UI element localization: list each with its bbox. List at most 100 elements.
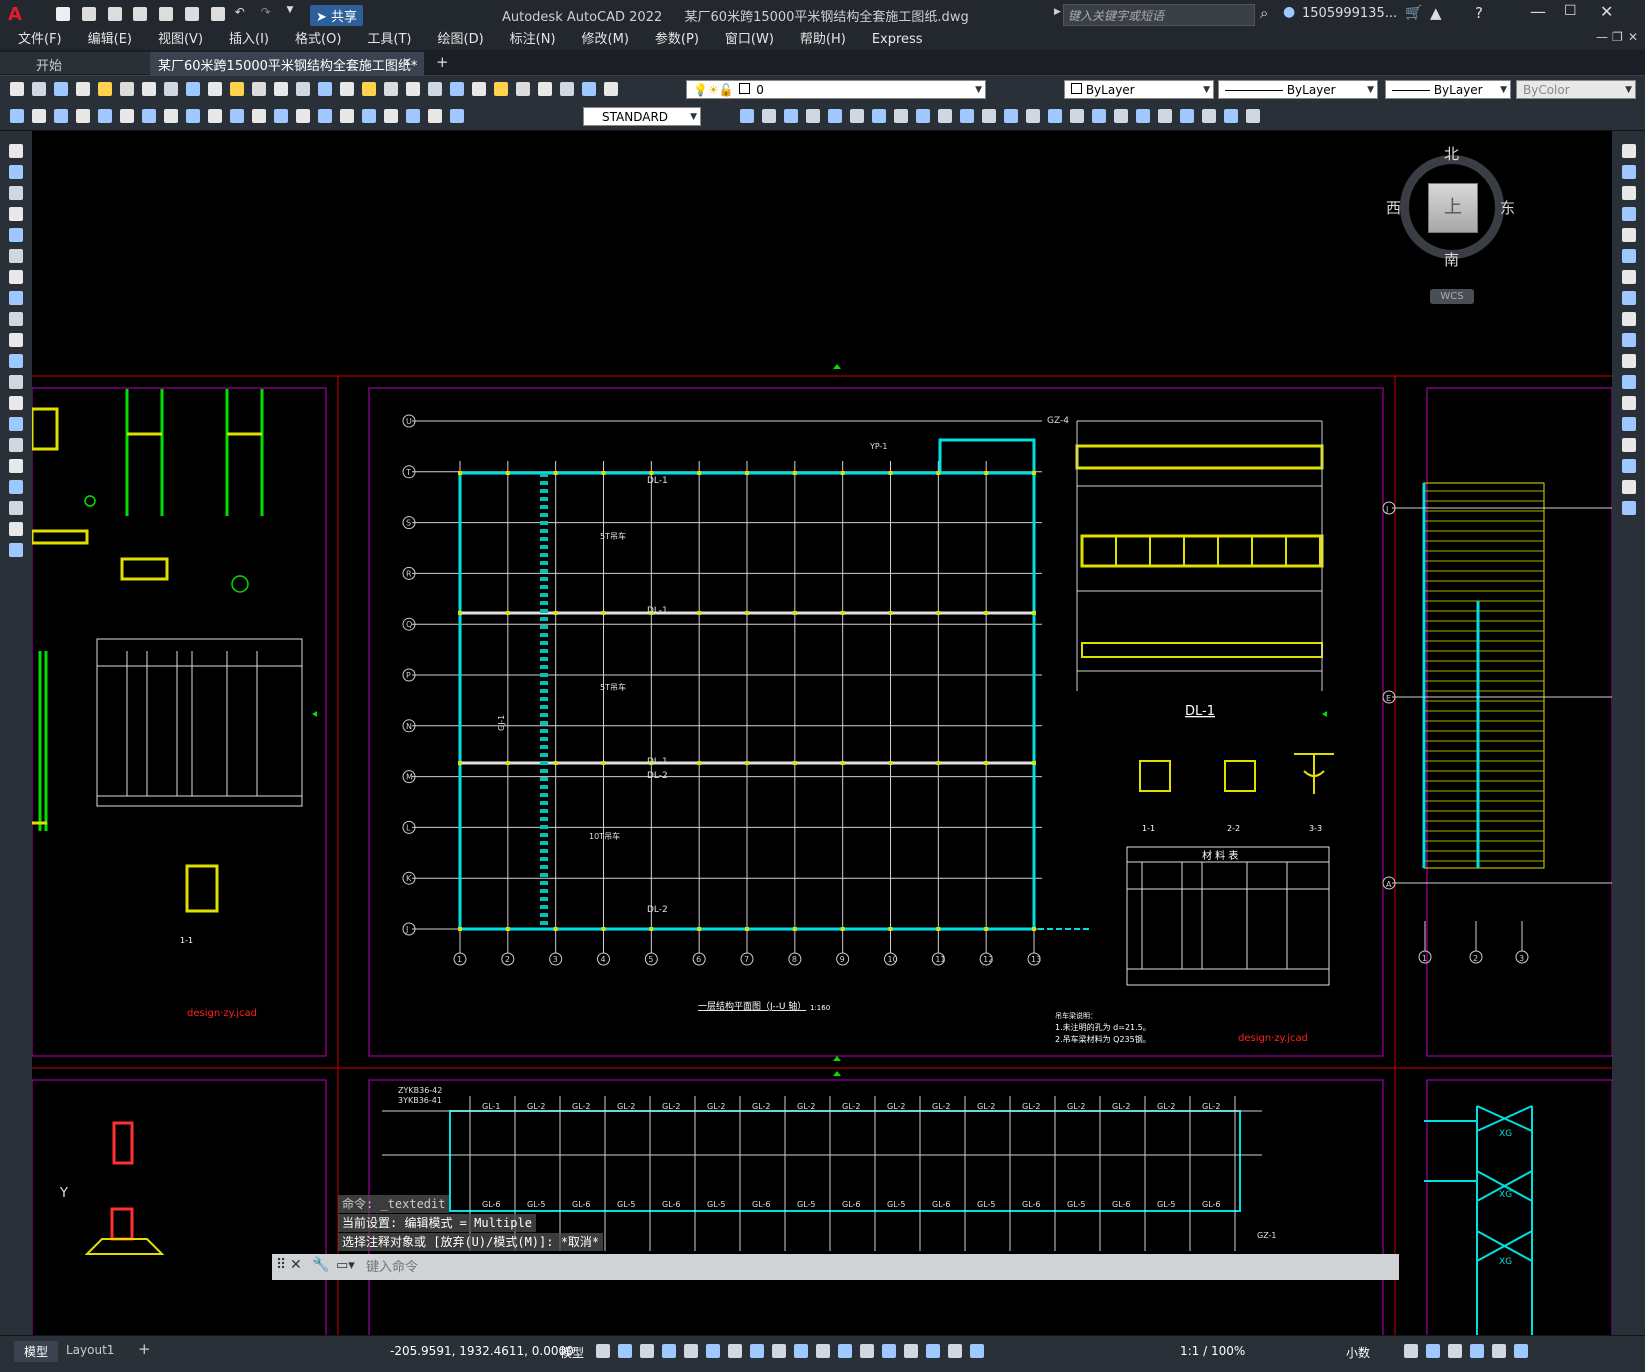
save-web-icon[interactable] <box>183 5 201 23</box>
menu-item[interactable]: 文件(F) <box>4 29 74 50</box>
gizmo-icon[interactable] <box>924 1342 942 1360</box>
open-icon[interactable] <box>80 5 98 23</box>
maximize-icon[interactable]: ☐ <box>1564 3 1577 19</box>
dynamic-input-icon[interactable] <box>660 1342 678 1360</box>
dim-update-icon[interactable] <box>426 107 444 125</box>
cart-icon[interactable]: 🛒 <box>1405 5 1422 21</box>
walk-icon[interactable] <box>1046 107 1064 125</box>
camera-icon[interactable] <box>1024 107 1042 125</box>
dim-space-icon[interactable] <box>250 107 268 125</box>
region-icon[interactable] <box>7 478 25 496</box>
doc-restore-icon[interactable]: ❐ <box>1612 30 1623 44</box>
arc-icon[interactable] <box>7 247 25 265</box>
open-icon[interactable] <box>30 80 48 98</box>
ortho-icon[interactable] <box>682 1342 700 1360</box>
menu-item[interactable]: 标注(N) <box>496 29 568 50</box>
layer-properties-icon[interactable] <box>536 80 554 98</box>
plotstyle-dropdown[interactable]: ByColor ▼ <box>1516 80 1636 99</box>
close-icon[interactable]: ✕ <box>1600 2 1613 21</box>
view-top-icon[interactable] <box>804 107 822 125</box>
save-icon[interactable] <box>106 5 124 23</box>
annotation-visibility-icon[interactable] <box>946 1342 964 1360</box>
dim-jogged-icon[interactable] <box>118 107 136 125</box>
continuous-orbit-icon[interactable] <box>782 107 800 125</box>
quick-dim-icon[interactable] <box>184 107 202 125</box>
revcloud-icon[interactable] <box>7 289 25 307</box>
customize-icon[interactable]: ▼ <box>286 5 304 23</box>
menu-item[interactable]: Express <box>858 29 935 50</box>
blend-icon[interactable] <box>1620 478 1638 496</box>
user-icon[interactable]: ● <box>1283 4 1295 20</box>
menu-item[interactable]: 参数(P) <box>641 29 711 50</box>
dim-edit-icon[interactable] <box>382 107 400 125</box>
sheetset-icon[interactable] <box>448 80 466 98</box>
viewcube-face-top[interactable]: 上 <box>1428 183 1478 233</box>
help-icon[interactable] <box>514 80 532 98</box>
paste-icon[interactable] <box>228 80 246 98</box>
matchprop-icon[interactable] <box>162 80 180 98</box>
dim-arc-icon[interactable] <box>52 107 70 125</box>
drawing-canvas[interactable]: U T S R Q P N M L K J 1 2 3 4 5 6 7 8 9 10 11 12 13 5T吊车 5T吊车 1… <box>32 131 1612 1335</box>
extend-icon[interactable] <box>1620 352 1638 370</box>
annotation-scale[interactable]: 1:1 / 100% <box>1180 1344 1245 1358</box>
ucs-world-icon[interactable] <box>1200 107 1218 125</box>
lineweight-dropdown[interactable]: ByLayer ▼ <box>1385 80 1511 99</box>
save-icon[interactable] <box>52 80 70 98</box>
gradient-icon[interactable] <box>7 457 25 475</box>
publish-icon[interactable] <box>118 80 136 98</box>
properties-icon[interactable] <box>382 80 400 98</box>
grid-icon[interactable] <box>594 1342 612 1360</box>
compass-north[interactable]: 北 <box>1444 143 1459 164</box>
move-icon[interactable] <box>1620 247 1638 265</box>
add-selected-icon[interactable] <box>7 541 25 559</box>
polygon-icon[interactable] <box>7 205 25 223</box>
units-readout[interactable]: 小数 <box>1346 1344 1370 1361</box>
help-icon[interactable]: ? <box>1475 4 1483 22</box>
menu-item[interactable]: 视图(V) <box>144 29 215 50</box>
undo-icon[interactable] <box>250 80 268 98</box>
lineweight-icon[interactable] <box>792 1342 810 1360</box>
doc-close-icon[interactable]: ✕ <box>1628 30 1638 44</box>
table-icon[interactable] <box>7 499 25 517</box>
share-button[interactable]: ➤ 共享 <box>310 5 364 26</box>
isolate-objects-icon[interactable] <box>1446 1342 1464 1360</box>
ucs-face-icon[interactable] <box>1244 107 1262 125</box>
copy-obj-icon[interactable] <box>1620 163 1638 181</box>
dim-style-icon[interactable] <box>448 107 466 125</box>
sw-iso-icon[interactable] <box>936 107 954 125</box>
ellipse-arc-icon[interactable] <box>7 352 25 370</box>
cut-icon[interactable] <box>184 80 202 98</box>
qnew-icon[interactable] <box>8 80 26 98</box>
menu-item[interactable]: 绘图(D) <box>424 29 496 50</box>
tab-start[interactable]: 开始 <box>0 52 150 74</box>
realistic-icon[interactable] <box>1134 107 1152 125</box>
selection-cycling-icon[interactable] <box>836 1342 854 1360</box>
command-prompt-icon[interactable]: ▭▾ <box>336 1258 355 1273</box>
ucs-icon[interactable] <box>1178 107 1196 125</box>
dim-angular-icon[interactable] <box>162 107 180 125</box>
scale-icon[interactable] <box>1620 289 1638 307</box>
clean-screen-icon[interactable] <box>1490 1342 1508 1360</box>
tab-close-icon[interactable]: ✕ <box>402 55 412 69</box>
offset-icon[interactable] <box>1620 205 1638 223</box>
selection-filter-icon[interactable] <box>902 1342 920 1360</box>
doc-minimize-icon[interactable]: — <box>1596 30 1608 44</box>
3dprint-icon[interactable] <box>140 80 158 98</box>
plot-icon[interactable] <box>74 80 92 98</box>
layer-dropdown[interactable]: 💡☀🔓 0 ▼ <box>686 80 986 99</box>
copy-icon[interactable] <box>206 80 224 98</box>
stretch-icon[interactable] <box>1620 310 1638 328</box>
circle-icon[interactable] <box>7 268 25 286</box>
transparency-icon[interactable] <box>814 1342 832 1360</box>
designcenter-icon[interactable] <box>404 80 422 98</box>
drag-handle-icon[interactable]: ⠿ <box>276 1257 286 1273</box>
toolpalettes-icon[interactable] <box>426 80 444 98</box>
join-icon[interactable] <box>1620 415 1638 433</box>
jogged-linear-icon[interactable] <box>360 107 378 125</box>
dim-radius-icon[interactable] <box>96 107 114 125</box>
snap-icon[interactable] <box>616 1342 634 1360</box>
menu-item[interactable]: 窗口(W) <box>711 29 786 50</box>
menu-item[interactable]: 编辑(E) <box>74 29 144 50</box>
visual-style-icon[interactable] <box>1090 107 1108 125</box>
zoom-previous-icon[interactable] <box>360 80 378 98</box>
